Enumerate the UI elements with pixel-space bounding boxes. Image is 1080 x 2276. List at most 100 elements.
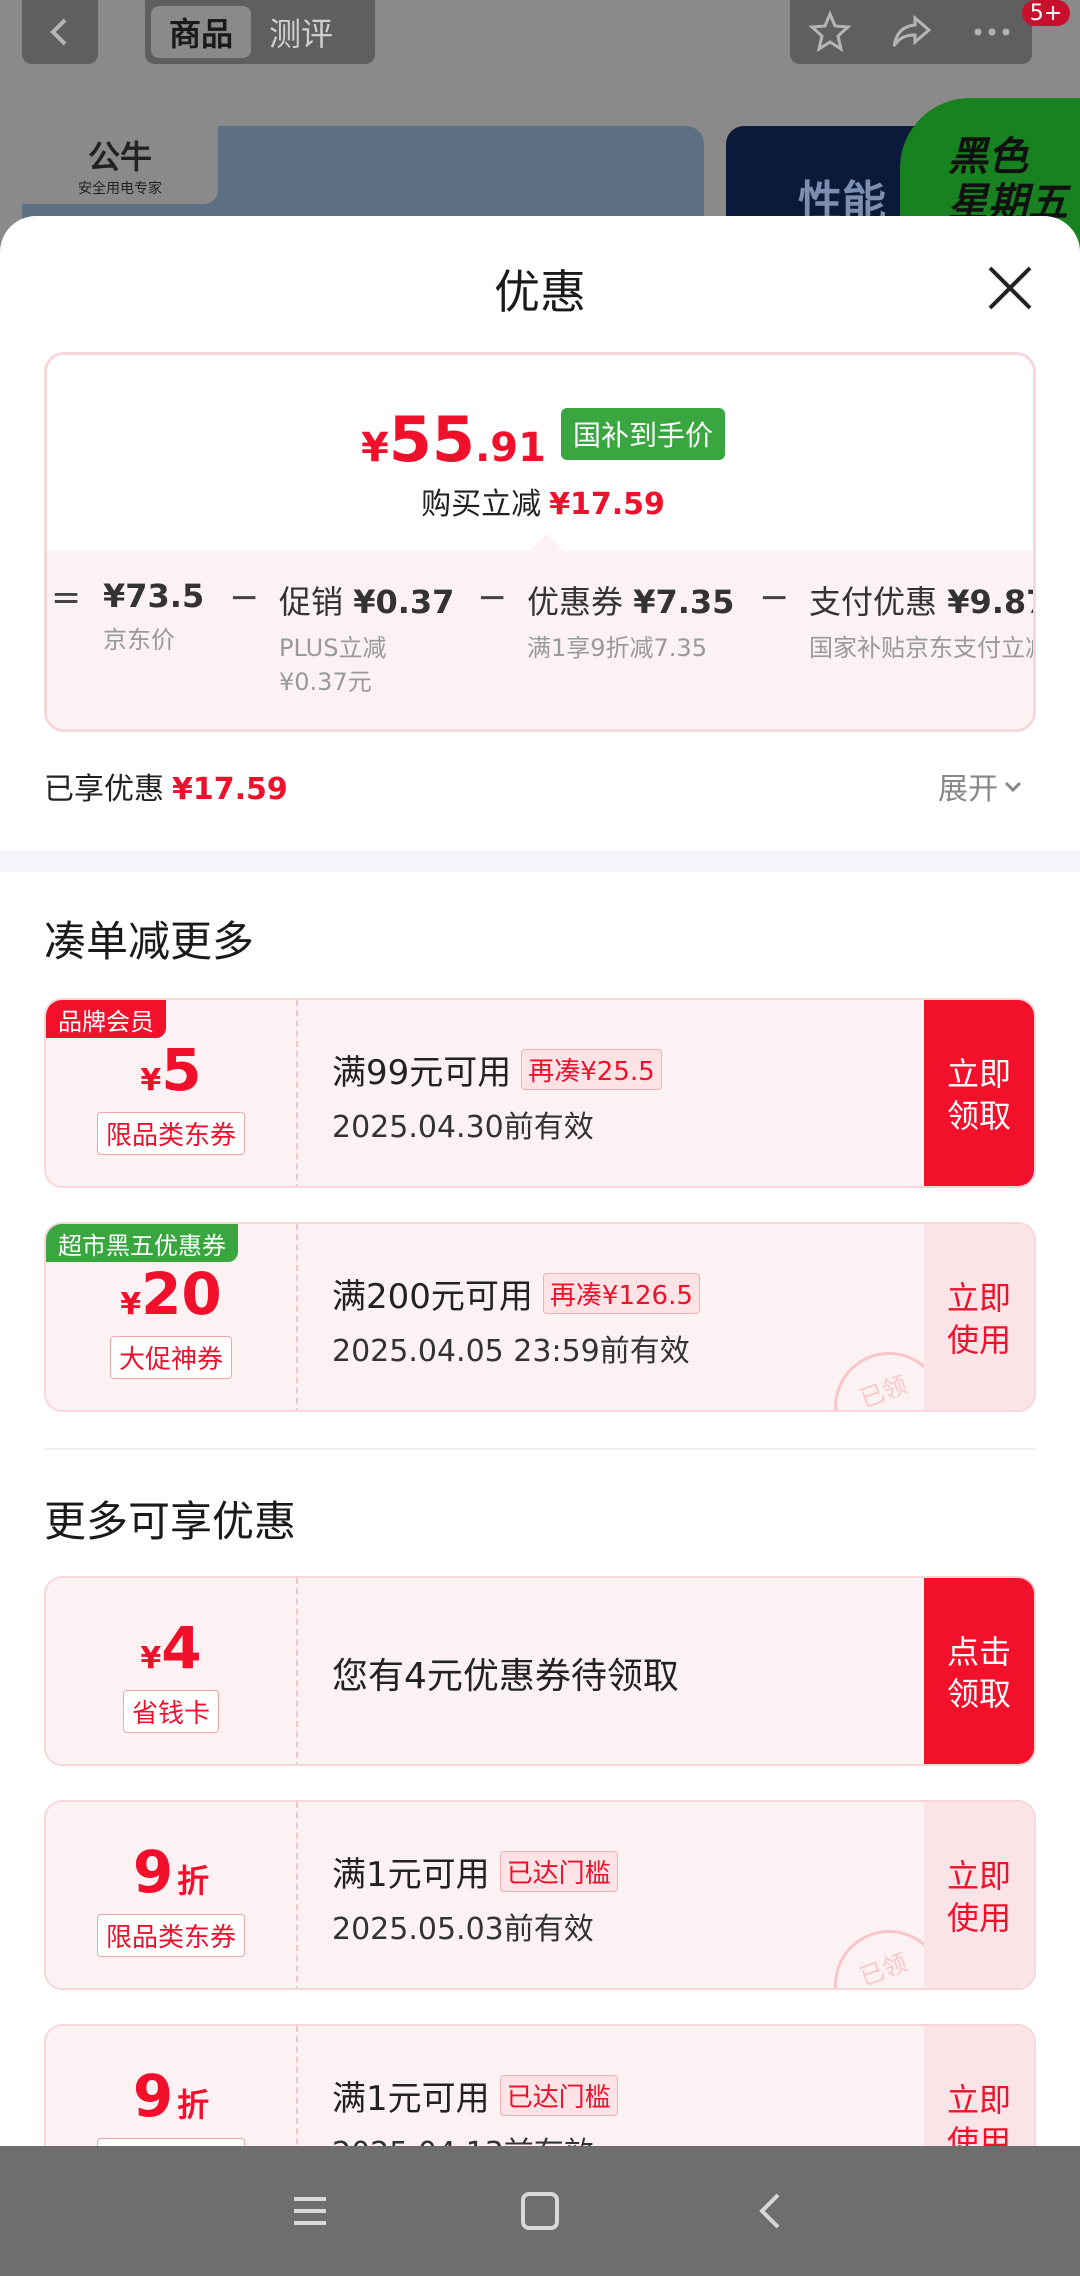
section-title-more-offers: 更多可享优惠 <box>44 1497 297 1546</box>
brand-name: 公牛 <box>87 138 152 176</box>
coupon-expiry: 2025.04.13前有效 <box>332 2128 618 2147</box>
reduction-value: ¥17.59 <box>549 487 665 522</box>
coupon-amount: 9折 <box>133 2062 209 2130</box>
coupon-condition: 满1元可用 <box>332 2078 490 2119</box>
coupon-type: 限品类东券 <box>96 1913 245 1957</box>
use-button[interactable]: 立即 使用 <box>924 1802 1034 1988</box>
section-divider <box>0 850 1080 872</box>
coupon-text: 您有4元优惠券待领取 <box>332 1656 679 1697</box>
button-line-2: 使用 <box>946 1899 1011 1937</box>
coupon-yen: ¥ <box>140 1062 162 1098</box>
coupon-extra: 已达门槛 <box>499 2074 618 2116</box>
coupon-expiry: 2025.04.30前有效 <box>332 1109 594 1145</box>
button-line-2: 领取 <box>946 1675 1011 1713</box>
button-line-2: 领取 <box>946 1097 1011 1135</box>
tab-product[interactable]: 商品 <box>151 6 252 58</box>
coupon-amount: ¥20 <box>120 1260 222 1328</box>
coupon-unit: 折 <box>177 2085 210 2124</box>
coupon-type: 限品类东券 <box>96 1111 245 1155</box>
promo-sub-2: ¥0.37元 <box>279 668 372 696</box>
coupon-expiry: 2025.05.03前有效 <box>332 1911 594 1947</box>
coupon-type: 限品类东券 <box>96 2137 245 2146</box>
coupon-badge: 超市黑五优惠券 <box>46 1224 238 1262</box>
coupon-info: 满1元可用已达门槛 2025.04.13前有效 <box>332 2026 618 2146</box>
coupon-value-area: 9折 限品类东券 <box>46 2026 298 2146</box>
button-line-1: 立即 <box>946 1857 1011 1895</box>
top-tabs: 商品 测评 <box>145 0 375 64</box>
coupon-extra: 再凑¥126.5 <box>542 1272 700 1314</box>
button-line-1: 立即 <box>946 1055 1011 1093</box>
tab-review[interactable]: 测评 <box>251 6 351 58</box>
coupon-type: 大促神券 <box>109 1335 232 1379</box>
equals-sign: = <box>51 577 82 618</box>
payment-sub: 国家补贴京东支付立减 <box>809 634 1036 662</box>
promo-value: ¥0.37 <box>353 583 455 621</box>
price-reduction: 购买立减 ¥17.59 <box>47 479 1033 523</box>
breakdown-item: 优惠券 ¥7.35 满1享9折减7.35 <box>527 577 734 665</box>
price-integer: 55 <box>388 403 476 476</box>
system-nav-bar <box>0 2146 1080 2276</box>
final-price: ¥ 55 .91 <box>361 403 546 476</box>
coupon-number: 9 <box>132 2061 174 2130</box>
brand-logo: 公牛 安全用电专家 <box>22 126 218 204</box>
more-icon[interactable] <box>970 10 1014 54</box>
enjoyed-discount: 已享优惠 ¥17.59 <box>44 764 288 808</box>
jd-price-label: 京东价 <box>103 626 175 654</box>
coupon-yen: ¥ <box>120 1286 142 1322</box>
price-card: ¥ 55 .91 国补到手价 购买立减 ¥17.59 = ¥73.5 京东价 − … <box>44 352 1036 732</box>
price-breakdown: = ¥73.5 京东价 − 促销 ¥0.37 PLUS立减 ¥0.37元 − 优惠… <box>47 551 1036 729</box>
home-button[interactable] <box>505 2176 575 2246</box>
reduction-label: 购买立减 <box>421 487 542 522</box>
jd-price-value: ¥73.5 <box>103 577 205 615</box>
button-line-1: 立即 <box>946 2081 1011 2119</box>
enjoyed-label: 已享优惠 <box>44 772 164 807</box>
share-icon[interactable] <box>889 10 933 54</box>
coupon-label: 优惠券 <box>527 583 624 621</box>
claim-button[interactable]: 立即 领取 <box>924 1000 1034 1186</box>
button-line-2: 使用 <box>946 1321 1011 1359</box>
star-icon[interactable] <box>808 10 852 54</box>
menu-button[interactable] <box>275 2176 345 2246</box>
promo-label: 促销 <box>279 583 344 621</box>
back-nav-button[interactable] <box>735 2176 805 2246</box>
back-button[interactable] <box>22 0 98 64</box>
discount-sheet: 优惠 ¥ 55 .91 国补到手价 购买立减 ¥17.59 = ¥73.5 京东价… <box>0 216 1080 2146</box>
coupon-condition: 满99元可用 <box>332 1052 512 1093</box>
coupon-value-area: ¥4 省钱卡 <box>46 1578 298 1764</box>
expand-button[interactable]: 展开 <box>938 764 1028 808</box>
minus-sign: − <box>759 577 790 618</box>
separator <box>44 1448 1036 1450</box>
payment-value: ¥9.87 <box>947 583 1033 621</box>
chevron-down-icon <box>1004 781 1022 793</box>
coupon-condition: 满200元可用 <box>332 1276 533 1317</box>
home-icon <box>521 2192 559 2230</box>
coupon-number: 20 <box>141 1259 222 1328</box>
message-badge: 5+ <box>1022 0 1070 26</box>
price-decimal: .91 <box>475 425 546 471</box>
use-button[interactable]: 立即 使用 <box>924 1224 1034 1410</box>
coupon-card: 9折 限品类东券 满1元可用已达门槛 2025.04.13前有效 立即使用 <box>44 2024 1036 2146</box>
coupon-card: ¥5 限品类东券 品牌会员 满99元可用 再凑¥25.5 2025.04.30前有… <box>44 998 1036 1188</box>
close-icon[interactable] <box>982 260 1038 316</box>
coupon-extra: 再凑¥25.5 <box>521 1048 662 1090</box>
breakdown-item: 促销 ¥0.37 PLUS立减 ¥0.37元 <box>279 577 454 699</box>
coupon-info: 您有4元优惠券待领取 <box>332 1578 679 1764</box>
back-icon <box>759 2193 780 2229</box>
coupon-expiry: 2025.04.05 23:59前有效 <box>332 1333 690 1369</box>
enjoyed-value: ¥17.59 <box>172 772 288 807</box>
breakdown-item: ¥73.5 京东价 <box>103 577 204 657</box>
promo-line-1: 黑色 <box>948 134 1028 180</box>
coupon-number: 4 <box>161 1613 202 1682</box>
coupon-info: 满99元可用 再凑¥25.5 2025.04.30前有效 <box>332 1000 662 1186</box>
breakdown-item: 支付优惠 ¥9.87 国家补贴京东支付立减 <box>809 577 1036 665</box>
coupon-value-area: 9折 限品类东券 <box>46 1802 298 1988</box>
coupon-card: 9折 限品类东券 满1元可用 已达门槛 2025.05.03前有效 已领 立即 使用 <box>44 1800 1036 1990</box>
payment-label: 支付优惠 <box>809 583 938 621</box>
claim-button[interactable]: 点击 领取 <box>924 1578 1034 1764</box>
button-line-1: 立即 <box>946 1279 1011 1317</box>
coupon-card: ¥4 省钱卡 您有4元优惠券待领取 点击 领取 <box>44 1576 1036 1766</box>
chevron-left-icon <box>50 18 67 46</box>
button-line-2: 使用 <box>946 2123 1011 2146</box>
use-button[interactable]: 立即 使用 <box>924 2026 1034 2146</box>
top-actions <box>790 0 1032 64</box>
